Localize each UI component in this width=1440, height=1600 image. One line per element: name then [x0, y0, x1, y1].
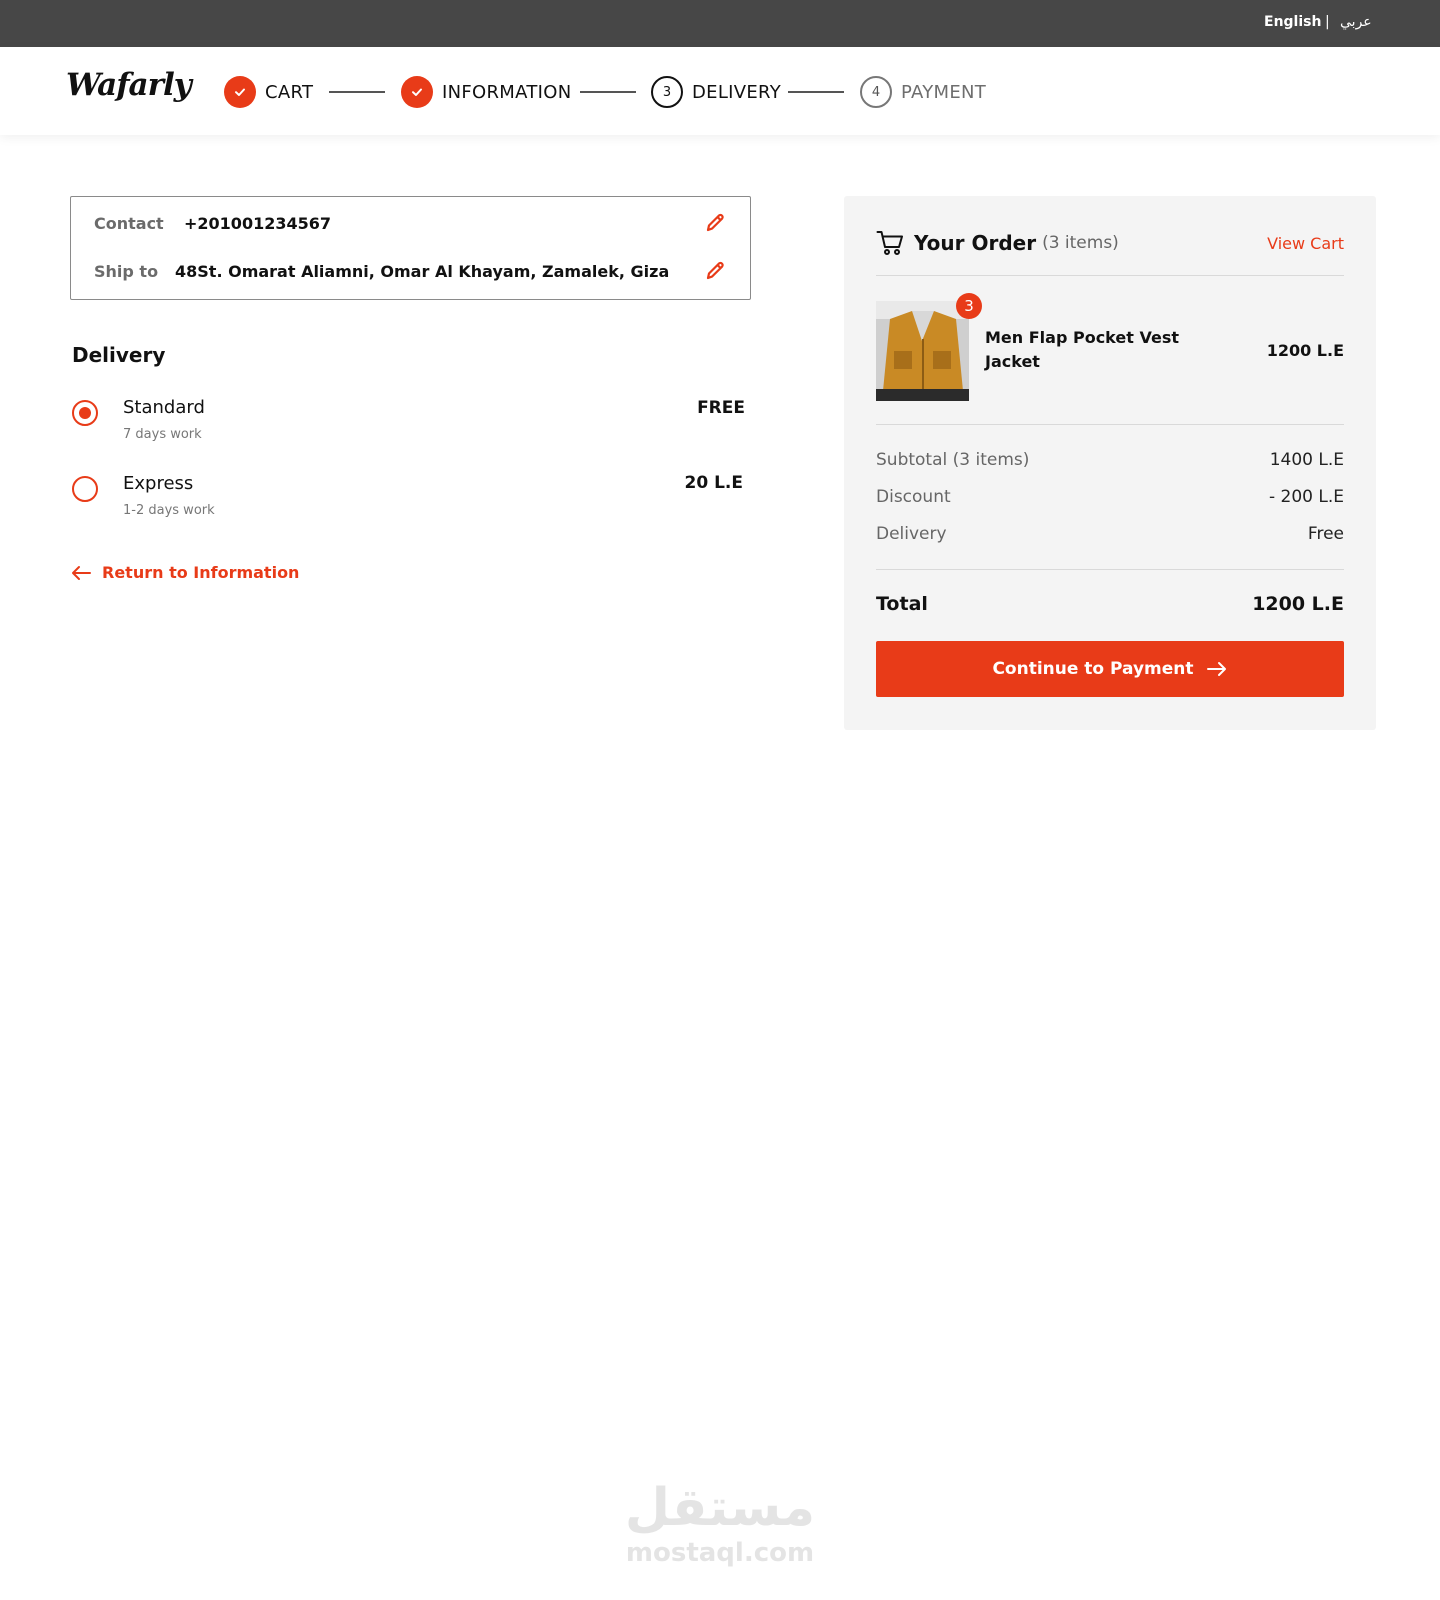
subtotal-label: Subtotal (3 items): [876, 450, 1030, 470]
item-quantity-badge: 3: [956, 293, 982, 319]
express-delivery-radio[interactable]: [72, 476, 98, 502]
standard-delivery-label[interactable]: Standard: [123, 397, 205, 418]
contact-value: +201001234567: [184, 214, 331, 233]
shopping-cart-icon: [876, 231, 903, 255]
top-bar: English | عربي: [0, 0, 1440, 47]
standard-delivery-duration: 7 days work: [123, 427, 202, 442]
language-arabic-link[interactable]: عربي: [1340, 14, 1372, 30]
continue-to-payment-button[interactable]: Continue to Payment: [876, 641, 1344, 697]
step-payment-label: PAYMENT: [901, 81, 987, 103]
delivery-fee-label: Delivery: [876, 524, 947, 544]
total-value: 1200 L.E: [1252, 593, 1344, 615]
delivery-fee-value: Free: [1307, 524, 1344, 544]
product-name: Men Flap Pocket Vest Jacket: [985, 328, 1179, 371]
return-to-information-link[interactable]: Return to Information: [70, 563, 299, 582]
express-delivery-price: 20 L.E: [684, 473, 743, 493]
return-to-information-label: Return to Information: [102, 563, 300, 582]
order-summary-header: Your Order (3 items): [876, 230, 1119, 256]
subtotal-value: 1400 L.E: [1269, 450, 1344, 470]
watermark-arabic: مستقل: [624, 1478, 816, 1538]
arrow-right-icon: [1206, 662, 1226, 676]
step-connector: [329, 91, 385, 93]
order-item-count: (3 items): [1042, 233, 1119, 253]
step-connector: [580, 91, 636, 93]
divider: [876, 424, 1344, 425]
order-summary-title: Your Order: [914, 231, 1037, 255]
contact-summary-box: Contact +201001234567 Ship to 48St. Omar…: [70, 196, 751, 300]
step-delivery-label: DELIVERY: [692, 81, 782, 103]
step-cart[interactable]: CART: [224, 76, 313, 108]
step-connector: [788, 91, 844, 93]
view-cart-link[interactable]: View Cart: [1267, 234, 1344, 253]
standard-delivery-price: FREE: [697, 398, 745, 418]
ship-to-value: 48St. Omarat Aliamni, Omar Al Khayam, Za…: [175, 262, 670, 281]
express-delivery-label[interactable]: Express: [123, 473, 193, 494]
watermark-latin: mostaql.com: [625, 1538, 815, 1568]
step-number: 3: [651, 76, 683, 108]
total-label: Total: [876, 593, 928, 615]
edit-address-pencil-icon[interactable]: [704, 260, 726, 282]
check-icon: [401, 76, 433, 108]
check-icon: [224, 76, 256, 108]
language-separator: |: [1325, 14, 1330, 30]
step-information[interactable]: INFORMATION: [401, 76, 572, 108]
divider: [876, 275, 1344, 276]
edit-contact-pencil-icon[interactable]: [704, 212, 726, 234]
language-english-link[interactable]: English: [1264, 14, 1321, 30]
delivery-section-title: Delivery: [72, 343, 166, 367]
arrow-left-icon: [72, 565, 91, 580]
express-delivery-duration: 1-2 days work: [123, 503, 215, 518]
discount-label: Discount: [876, 487, 951, 507]
discount-value: - 200 L.E: [1268, 487, 1344, 507]
step-cart-label: CART: [265, 81, 314, 103]
step-delivery: 3 DELIVERY: [651, 76, 781, 108]
checkout-header: Wafarly CART INFORMATION 3 DELIVERY 4 PA…: [0, 47, 1440, 135]
divider: [876, 569, 1344, 570]
contact-label: Contact: [94, 214, 164, 233]
standard-delivery-radio[interactable]: [72, 400, 98, 426]
ship-to-label: Ship to: [94, 262, 159, 281]
product-price: 1200 L.E: [1266, 341, 1344, 360]
product-thumbnail: [876, 301, 969, 401]
continue-to-payment-label: Continue to Payment: [992, 659, 1194, 679]
order-summary-panel: Your Order (3 items) View Cart 3 Men Fla…: [844, 196, 1376, 730]
brand-logo[interactable]: Wafarly: [66, 67, 192, 103]
step-number: 4: [860, 76, 892, 108]
step-payment: 4 PAYMENT: [860, 76, 986, 108]
step-information-label: INFORMATION: [442, 81, 572, 103]
